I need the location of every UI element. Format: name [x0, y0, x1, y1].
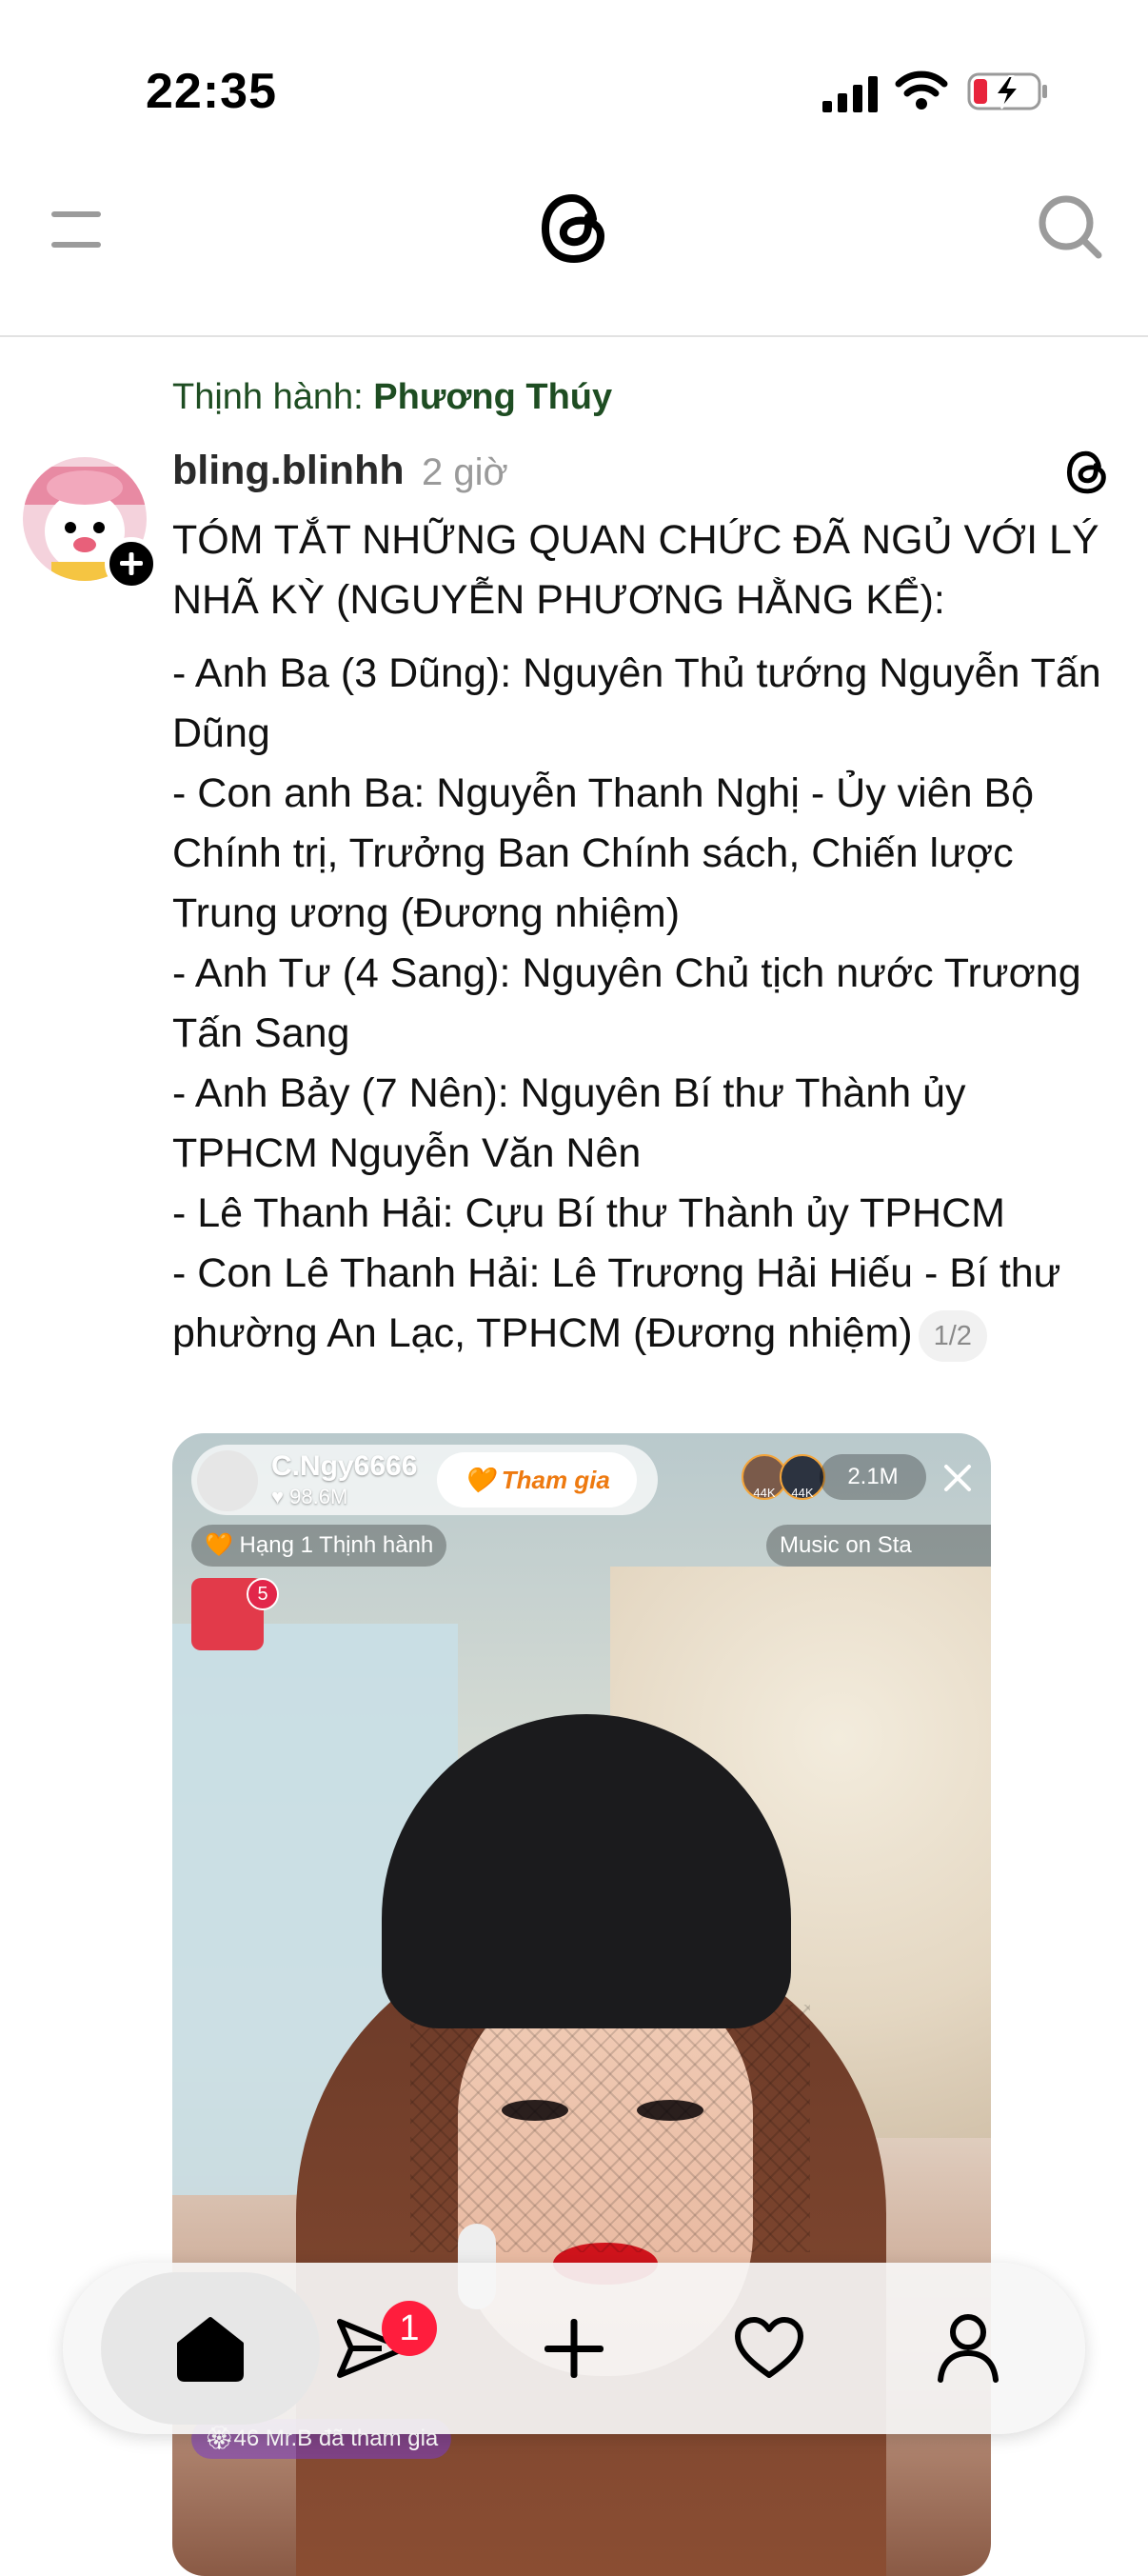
page-indicator: 1/2 [918, 1309, 987, 1362]
threads-logo-icon[interactable] [534, 189, 614, 269]
post-username[interactable]: bling.blinhh [172, 448, 405, 494]
trending-topic[interactable]: Thịnh hành: Phương Thúy [172, 377, 612, 418]
post-line: - Anh Tư (4 Sang): Nguyên Chủ tịch nước … [172, 950, 1081, 1056]
join-button: 🧡 Tham gia [437, 1452, 637, 1508]
status-time: 22:35 [146, 64, 277, 119]
tab-activity[interactable] [698, 2263, 841, 2434]
status-bar: 22:35 [0, 0, 1148, 162]
rank-badge: 🧡 Hạng 1 Thịnh hành [191, 1525, 447, 1567]
post-title: TÓM TẮT NHỮNG QUAN CHỨC ĐÃ NGỦ VỚI LÝ NH… [172, 517, 1099, 623]
search-icon[interactable] [1038, 194, 1104, 261]
tab-home[interactable] [101, 2272, 320, 2425]
profile-icon [938, 2314, 999, 2383]
join-label: Tham gia [501, 1466, 610, 1494]
bottom-tab-bar: 1 [63, 2263, 1085, 2434]
plus-icon [544, 2319, 604, 2378]
notification-badge: 1 [382, 2301, 437, 2356]
wifi-icon [895, 70, 948, 110]
streamer-avatar [197, 1450, 258, 1511]
post-line: - Anh Ba (3 Dũng): Nguyên Thủ tướng Nguy… [172, 650, 1101, 756]
viewer-badge: 44K [791, 1486, 814, 1500]
plus-icon [120, 552, 143, 575]
viewer-count: 2.1M [820, 1454, 926, 1500]
post-body[interactable]: TÓM TẮT NHỮNG QUAN CHỨC ĐÃ NGỦ VỚI LÝ NH… [172, 510, 1115, 1364]
threads-icon [1066, 450, 1106, 494]
cellular-signal-icon [822, 76, 878, 112]
streamer-likes: ♥ 98.6M [271, 1485, 348, 1508]
trending-label: Thịnh hành: [172, 377, 364, 417]
heart-icon [735, 2317, 803, 2378]
viewer-badge: 44K [753, 1486, 776, 1500]
post-line: - Anh Bảy (7 Nên): Nguyên Bí thư Thành ủ… [172, 1070, 966, 1176]
music-label: Music on Sta [766, 1525, 991, 1567]
tab-create[interactable] [503, 2263, 645, 2434]
post-line: - Lê Thanh Hải: Cựu Bí thư Thành ủy TPHC… [172, 1190, 1005, 1236]
post-line: - Con anh Ba: Nguyễn Thanh Nghị - Ủy viê… [172, 770, 1035, 936]
home-icon [177, 2317, 244, 2382]
veil [410, 2005, 810, 2252]
battery-charging-icon [967, 72, 1047, 110]
follow-plus-button[interactable] [105, 537, 158, 590]
post-time: 2 giờ [422, 451, 508, 493]
streamer-name: C.Ngy6666 [271, 1450, 418, 1482]
viewer-avatars: 44K 44K [742, 1454, 825, 1500]
tab-profile[interactable] [897, 2263, 1039, 2434]
close-icon [944, 1465, 971, 1491]
gift-count-badge: 5 [247, 1578, 279, 1610]
menu-icon[interactable] [51, 210, 101, 250]
viewer-avatar: 44K [780, 1454, 825, 1500]
trending-topic-name[interactable]: Phương Thúy [373, 377, 612, 417]
heart-plus-icon: 🧡 [464, 1466, 495, 1494]
